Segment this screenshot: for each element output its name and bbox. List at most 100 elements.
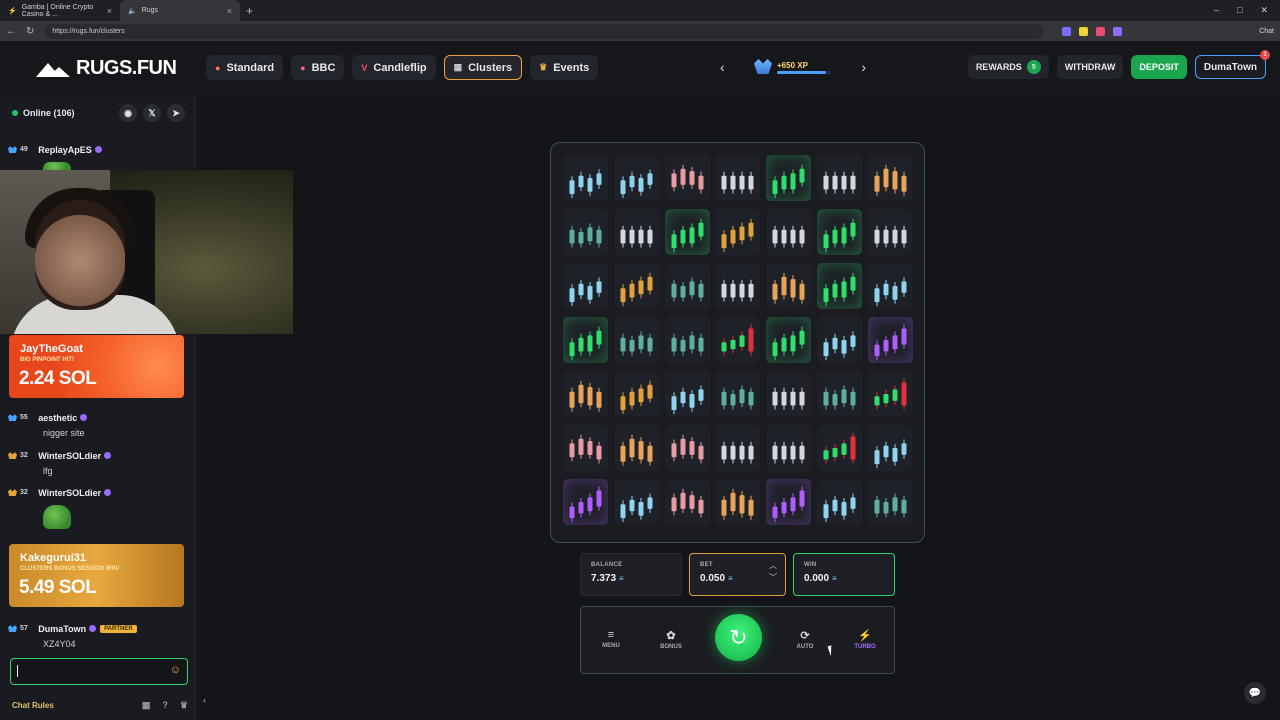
bet-panel[interactable]: BET 0.050 ≡ ︿ ﹀ — [689, 553, 786, 596]
chevron-left-icon[interactable]: ‹ — [720, 59, 725, 75]
grid-cell — [817, 209, 862, 255]
candle-body — [790, 279, 796, 298]
maximize-icon[interactable]: □ — [1237, 5, 1242, 16]
bonus-button[interactable]: ✿ BONUS — [651, 629, 691, 650]
candle-body — [772, 180, 778, 195]
grid-cell — [817, 371, 862, 417]
extension-icon[interactable] — [1096, 26, 1106, 36]
menu-button[interactable]: ≡ MENU — [591, 629, 631, 649]
withdraw-button[interactable]: WITHDRAW — [1056, 55, 1124, 79]
turbo-button[interactable]: ⚡ TURBO — [845, 629, 885, 650]
nav-label: Clusters — [468, 61, 513, 74]
green-candles-icon — [823, 218, 856, 253]
grid-cell — [613, 209, 659, 255]
candle-body — [689, 281, 695, 296]
candle-body — [781, 445, 787, 460]
candle-body — [680, 492, 686, 509]
candle-body — [850, 391, 856, 406]
candle-body — [832, 448, 838, 458]
reload-icon[interactable]: ↻ — [26, 26, 34, 37]
chat-rules-link[interactable]: Chat Rules — [12, 701, 54, 710]
emoji-icon[interactable]: ☺ — [170, 664, 181, 676]
discord-icon[interactable]: ◉ — [119, 104, 137, 122]
candle-body — [892, 229, 898, 244]
close-tab-icon[interactable]: × — [107, 6, 112, 16]
extension-icon[interactable] — [1062, 26, 1072, 36]
browser-tab-gamba[interactable]: ⚡ Gamba | Online Crypto Casino & ... × — [0, 0, 120, 21]
candle-body — [638, 229, 644, 244]
grid-cell — [563, 263, 608, 309]
user-menu-button[interactable]: DumaTown 1 — [1194, 50, 1270, 79]
grid-cell — [613, 425, 659, 471]
candle-body — [647, 445, 653, 462]
nav-standard[interactable]: ● Standard — [206, 55, 284, 80]
green-candles-icon — [823, 272, 856, 307]
candle-body — [638, 280, 644, 295]
browser-tab-rugs[interactable]: 🔈 Rugs × — [120, 0, 240, 21]
candle-body — [739, 175, 745, 190]
x-icon[interactable]: 𝕏 — [143, 104, 161, 122]
extension-icon[interactable] — [1113, 26, 1123, 36]
deposit-button[interactable]: DEPOSIT — [1131, 55, 1187, 79]
rewards-button[interactable]: REWARDS 5 — [967, 55, 1049, 79]
close-window-icon[interactable]: ✕ — [1260, 5, 1268, 16]
grid-cell — [817, 317, 862, 363]
candle-body — [629, 175, 635, 188]
teal-candles-icon — [671, 331, 704, 356]
chat-bubble-button[interactable]: 💬 — [1244, 682, 1266, 704]
nav-bbc[interactable]: ● BBC — [291, 55, 345, 80]
browser-chat-button[interactable]: Chat — [1259, 28, 1274, 35]
candle-body — [698, 337, 704, 352]
candle-body — [620, 396, 626, 411]
nav-clusters[interactable]: ▦ Clusters — [443, 55, 523, 80]
candle-body — [680, 340, 686, 352]
back-icon[interactable]: ← — [6, 26, 16, 37]
grid-cell — [715, 371, 761, 417]
spin-button[interactable]: ↻ — [715, 614, 762, 661]
verified-icon — [104, 452, 112, 460]
candle-body — [620, 445, 626, 462]
nav-candleflip[interactable]: V Candleflip — [352, 55, 436, 80]
candle-body — [578, 283, 584, 296]
chevron-up-icon[interactable]: ︿ — [769, 560, 777, 572]
new-tab-button[interactable]: + — [246, 4, 253, 18]
extension-icon[interactable] — [1079, 26, 1089, 36]
purple-candles-icon — [874, 324, 907, 361]
collapse-sidebar-icon[interactable]: ‹ — [203, 695, 206, 705]
chevron-right-icon[interactable]: › — [861, 59, 866, 75]
chat-username[interactable]: WinterSOLdier — [38, 451, 101, 461]
blue-candles-icon — [823, 331, 856, 361]
chat-username[interactable]: WinterSOLdier — [38, 488, 101, 498]
candle-body — [823, 450, 829, 460]
chevron-down-icon[interactable]: ﹀ — [769, 572, 777, 584]
help-icon[interactable]: ? — [162, 700, 168, 711]
url-field[interactable]: https://rugs.fun/clusters — [44, 23, 1045, 39]
candle-body — [587, 178, 593, 192]
minimize-icon[interactable]: – — [1214, 5, 1219, 16]
candle-body — [689, 227, 695, 244]
telegram-icon[interactable]: ➤ — [167, 104, 185, 122]
candle-body — [832, 175, 838, 190]
logo[interactable]: RUGS.FUN — [36, 57, 177, 80]
grid-icon[interactable]: ▦ — [142, 700, 151, 711]
chat-input[interactable]: ☺ — [10, 658, 188, 685]
grid-cell — [766, 479, 812, 525]
auto-button[interactable]: ⟳ AUTO — [785, 629, 825, 650]
v-icon: V — [361, 62, 368, 73]
chat-username[interactable]: aesthetic — [38, 413, 77, 423]
green-candles-icon — [772, 326, 805, 361]
close-tab-icon[interactable]: × — [227, 6, 232, 16]
partner-badge: PARTNER — [100, 624, 137, 633]
candle-body — [647, 173, 653, 185]
chat-username[interactable]: ReplayApES — [38, 145, 92, 155]
chat-footer: Chat Rules ▦ ? ♛ — [12, 700, 188, 711]
balance-value: 7.373 ≡ — [591, 573, 624, 584]
candle-body — [790, 445, 796, 460]
nav-events[interactable]: ♛ Events — [530, 55, 599, 80]
crown-icon — [8, 489, 17, 497]
candle-body — [730, 340, 736, 350]
chat-username[interactable]: DumaTown — [38, 624, 86, 634]
win-label: WIN — [804, 562, 817, 568]
win-banner-amount: 5.49 SOL — [19, 577, 97, 598]
crown-icon[interactable]: ♛ — [180, 700, 188, 711]
